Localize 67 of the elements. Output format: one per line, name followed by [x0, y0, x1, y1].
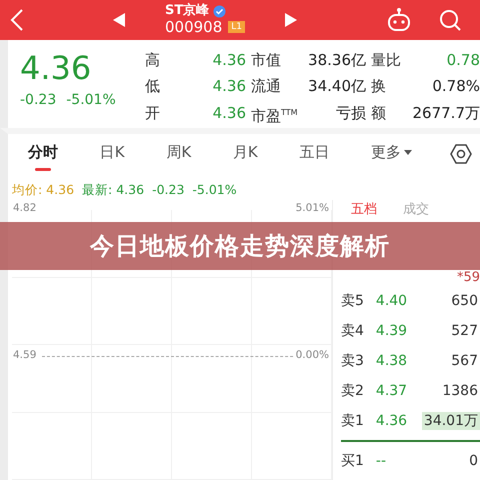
chart-tab[interactable]: 月K — [228, 137, 262, 171]
order-volume: 34.01万 — [422, 412, 480, 430]
order-volume: 1386 — [441, 383, 479, 399]
stat-label: 额 — [371, 102, 387, 124]
average-price: 均价: 4.36 — [12, 181, 74, 199]
back-icon[interactable] — [10, 9, 24, 31]
order-volume: 527 — [450, 323, 479, 339]
order-book-tab[interactable]: 五档 — [350, 202, 377, 218]
verified-icon — [213, 4, 226, 18]
order-price: 4.36 — [376, 413, 408, 429]
current-price: 4.36 — [20, 48, 92, 88]
chart-tab[interactable]: 周K — [162, 137, 196, 171]
order-volume: 0 — [468, 453, 479, 469]
stat-label: 低 — [145, 76, 161, 98]
stat-value: 4.36 — [212, 50, 246, 71]
stat-label: 市盈$^{TTM}$ — [251, 106, 299, 127]
stat-value: 0.78 — [446, 50, 480, 71]
order-price: 4.38 — [376, 353, 408, 369]
axis-label: 4.82 — [12, 202, 38, 214]
latest-price: 最新: 4.36 — [82, 181, 144, 199]
level-badge: L1 — [228, 21, 245, 33]
stat-label: 换 — [371, 76, 387, 98]
stat-value: 亏损 — [335, 102, 366, 124]
percent-change: -5.01% — [66, 92, 116, 108]
axis-label: 0.00% — [294, 349, 330, 361]
stat-label: 开 — [145, 102, 161, 124]
settings-icon[interactable] — [450, 143, 472, 165]
order-level: 卖3 — [340, 352, 364, 370]
price-change: -0.23 — [152, 181, 184, 199]
trade-volume: *59 — [456, 270, 480, 286]
chart-tab[interactable]: 五日 — [295, 137, 334, 171]
caret-icon — [404, 150, 412, 155]
percent-change: -5.01% — [192, 181, 237, 199]
stat-value: 34.40亿 — [307, 76, 366, 98]
chart-tab[interactable]: 分时 — [24, 137, 62, 171]
stat-value: 4.36 — [212, 102, 246, 124]
order-volume: 567 — [450, 353, 479, 369]
stat-value: 4.36 — [212, 76, 246, 98]
stock-name: ST京峰 — [164, 4, 210, 18]
stat-label: 市值 — [251, 50, 282, 71]
stat-value: 0.78% — [431, 76, 480, 98]
stat-label: 量比 — [371, 50, 401, 71]
order-price: 4.40 — [376, 293, 408, 309]
stat-label: 流通 — [251, 76, 282, 98]
order-price: 4.39 — [376, 323, 408, 339]
banner-title: 今日地板价格走势深度解析 — [90, 231, 390, 262]
chart-tab[interactable]: 日K — [96, 137, 129, 171]
order-level: 卖1 — [340, 412, 364, 430]
order-price: -- — [376, 453, 388, 469]
order-level: 卖4 — [340, 322, 364, 340]
order-level: 卖5 — [340, 292, 364, 310]
stock-code: 000908 — [164, 18, 222, 36]
next-icon[interactable] — [285, 13, 297, 27]
previous-icon[interactable] — [112, 13, 125, 27]
robot-icon[interactable] — [386, 7, 412, 33]
order-level: 卖2 — [340, 382, 364, 400]
stat-value: 2677.7万 — [412, 102, 480, 124]
order-level: 买1 — [340, 452, 364, 470]
axis-label: 5.01% — [294, 202, 330, 214]
price-change: -0.23 — [20, 92, 56, 108]
axis-label: 4.59 — [12, 349, 38, 361]
order-volume: 650 — [450, 293, 479, 309]
search-icon[interactable] — [438, 8, 462, 32]
order-price: 4.37 — [376, 383, 408, 399]
stat-label: 高 — [145, 50, 161, 71]
more-menu[interactable]: 更多 — [367, 137, 416, 171]
stat-value: 38.36亿 — [307, 50, 366, 71]
